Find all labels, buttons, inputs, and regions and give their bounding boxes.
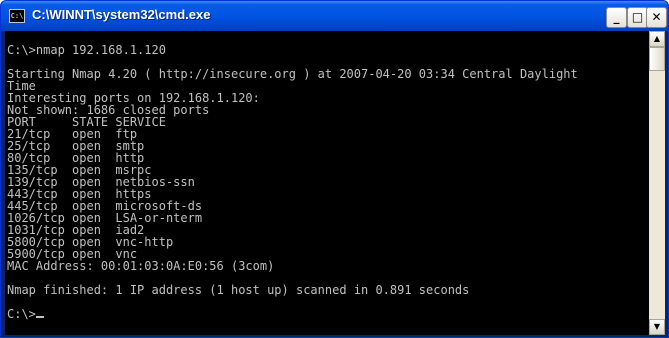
cmd-app-icon[interactable]: C:\ (9, 9, 25, 23)
title-bar[interactable]: C:\ C:\WINNT\system32\cmd.exe _ □ ✕ (1, 1, 668, 31)
scroll-down-button[interactable]: ▼ (649, 319, 665, 335)
console-lines: C:\>nmap 192.168.1.120 Starting Nmap 4.2… (7, 44, 578, 320)
console-output[interactable]: C:\>nmap 192.168.1.120 Starting Nmap 4.2… (5, 31, 649, 335)
cmd-window: C:\ C:\WINNT\system32\cmd.exe _ □ ✕ C:\>… (0, 0, 669, 338)
maximize-button[interactable]: □ (627, 7, 648, 28)
minimize-button[interactable]: _ (606, 7, 627, 28)
console-line: Nmap finished: 1 IP address (1 host up) … (7, 283, 470, 297)
console-line: Starting Nmap 4.20 ( http://insecure.org… (7, 67, 578, 81)
scroll-up-button[interactable]: ▲ (649, 31, 665, 47)
scroll-thumb[interactable] (649, 47, 665, 71)
prompt-text: C:\> (7, 307, 36, 321)
prompt-line[interactable]: C:\> (7, 308, 578, 320)
console-line: MAC Address: 00:01:03:0A:E0:56 (3com) (7, 259, 275, 273)
close-button[interactable]: ✕ (646, 7, 667, 28)
console-line: C:\>nmap 192.168.1.120 (7, 43, 166, 57)
vertical-scrollbar[interactable]: ▲ ▼ (649, 31, 665, 335)
text-cursor (35, 316, 44, 318)
window-title: C:\WINNT\system32\cmd.exe (32, 7, 211, 22)
